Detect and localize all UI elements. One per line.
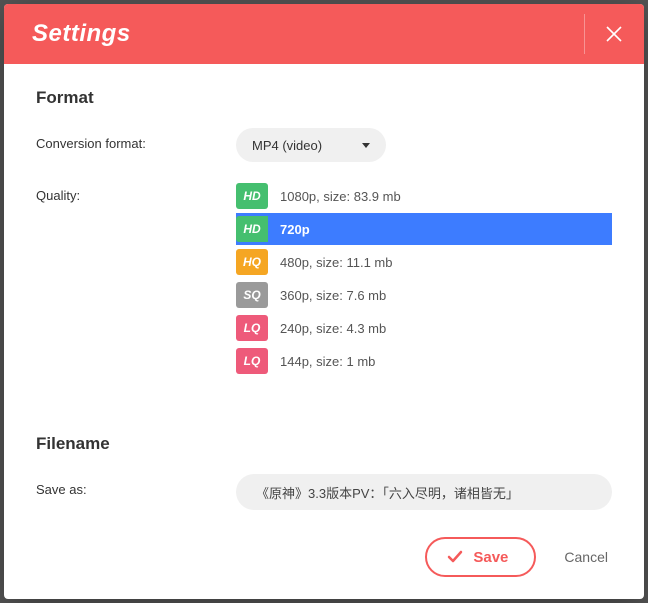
quality-option-label: 1080p, size: 83.9 mb xyxy=(280,189,401,204)
modal-footer: Save Cancel xyxy=(4,525,644,599)
cancel-button[interactable]: Cancel xyxy=(564,549,608,565)
quality-badge: LQ xyxy=(236,348,268,374)
quality-option[interactable]: SQ 360p, size: 7.6 mb xyxy=(236,279,612,311)
quality-badge: SQ xyxy=(236,282,268,308)
conversion-format-value: MP4 (video) xyxy=(252,138,322,153)
saveas-label: Save as: xyxy=(36,474,236,497)
titlebar: Settings xyxy=(4,4,644,64)
close-button[interactable] xyxy=(584,14,624,54)
saveas-row: Save as: 《原神》3.3版本PV：「六入尽明，诸相皆无」 xyxy=(36,474,612,510)
saveas-value: 《原神》3.3版本PV：「六入尽明，诸相皆无」 xyxy=(256,483,519,502)
quality-label: Quality: xyxy=(36,180,236,203)
close-icon xyxy=(605,25,623,43)
format-heading: Format xyxy=(36,88,612,108)
conversion-format-select[interactable]: MP4 (video) xyxy=(236,128,386,162)
settings-modal: Settings Format Conversion format: MP4 (… xyxy=(4,4,644,599)
quality-option[interactable]: LQ 144p, size: 1 mb xyxy=(236,345,612,377)
quality-option-label: 144p, size: 1 mb xyxy=(280,354,375,369)
quality-option[interactable]: HQ 480p, size: 11.1 mb xyxy=(236,246,612,278)
quality-option-label: 240p, size: 4.3 mb xyxy=(280,321,386,336)
quality-list: HD 1080p, size: 83.9 mb HD 720p HQ 480p, size… xyxy=(236,180,612,378)
quality-badge: HD xyxy=(236,216,268,242)
save-button[interactable]: Save xyxy=(425,537,536,577)
quality-option[interactable]: HD 1080p, size: 83.9 mb xyxy=(236,180,612,212)
quality-option[interactable]: LQ 240p, size: 4.3 mb xyxy=(236,312,612,344)
conversion-format-row: Conversion format: MP4 (video) xyxy=(36,128,612,162)
filename-heading: Filename xyxy=(36,434,612,454)
modal-title: Settings xyxy=(32,20,131,48)
quality-badge: HD xyxy=(236,183,268,209)
quality-option-label: 720p xyxy=(280,222,310,237)
save-button-label: Save xyxy=(473,549,508,566)
conversion-format-label: Conversion format: xyxy=(36,128,236,151)
quality-option[interactable]: HD 720p xyxy=(236,213,612,245)
quality-option-label: 360p, size: 7.6 mb xyxy=(280,288,386,303)
quality-option-label: 480p, size: 11.1 mb xyxy=(280,255,393,270)
modal-content: Format Conversion format: MP4 (video) Qu… xyxy=(4,64,644,525)
check-icon xyxy=(447,550,463,564)
quality-row: Quality: HD 1080p, size: 83.9 mb HD 720p HQ 4… xyxy=(36,180,612,378)
quality-badge: LQ xyxy=(236,315,268,341)
saveas-input[interactable]: 《原神》3.3版本PV：「六入尽明，诸相皆无」 xyxy=(236,474,612,510)
chevron-down-icon xyxy=(362,143,370,148)
quality-badge: HQ xyxy=(236,249,268,275)
